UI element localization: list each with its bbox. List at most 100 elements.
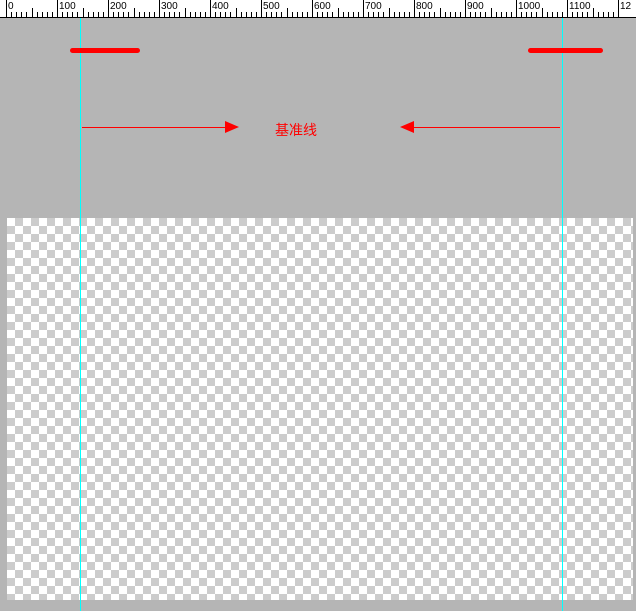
ruler-minor-tick xyxy=(394,12,395,18)
ruler-major-tick xyxy=(261,0,262,18)
ruler-minor-tick xyxy=(52,12,53,18)
ruler-minor-tick xyxy=(440,8,441,18)
ruler-label: 600 xyxy=(314,1,331,12)
ruler-minor-tick xyxy=(389,8,390,18)
ruler-minor-tick xyxy=(200,12,201,18)
ruler-minor-tick xyxy=(378,12,379,18)
ruler-minor-tick xyxy=(93,12,94,18)
ruler-minor-tick xyxy=(460,12,461,18)
ruler-minor-tick xyxy=(485,12,486,18)
ruler-minor-tick xyxy=(179,12,180,18)
ruler-minor-tick xyxy=(128,12,129,18)
ruler-minor-tick xyxy=(491,8,492,18)
ruler-minor-tick xyxy=(603,12,604,18)
ruler-minor-tick xyxy=(322,12,323,18)
guide-line-right[interactable] xyxy=(562,18,563,611)
ruler-minor-tick xyxy=(399,12,400,18)
ruler-minor-tick xyxy=(185,8,186,18)
ruler-minor-tick xyxy=(496,12,497,18)
ruler-minor-tick xyxy=(383,12,384,18)
arrow-right-icon xyxy=(225,121,239,133)
guide-line-left[interactable] xyxy=(80,18,81,611)
ruler-minor-tick xyxy=(547,12,548,18)
ruler-minor-tick xyxy=(526,12,527,18)
ruler-minor-tick xyxy=(37,12,38,18)
ruler-minor-tick xyxy=(164,12,165,18)
red-mark-right xyxy=(528,48,603,53)
ruler-minor-tick xyxy=(215,12,216,18)
ruler-minor-tick xyxy=(21,12,22,18)
ruler-label: 900 xyxy=(467,1,484,12)
ruler-minor-tick xyxy=(327,12,328,18)
ruler-minor-tick xyxy=(144,12,145,18)
ruler-minor-tick xyxy=(266,12,267,18)
ruler-minor-tick xyxy=(598,12,599,18)
ruler-minor-tick xyxy=(88,12,89,18)
ruler-minor-tick xyxy=(62,12,63,18)
ruler-label: 12 xyxy=(620,1,631,12)
ruler-minor-tick xyxy=(225,12,226,18)
horizontal-ruler[interactable]: 01002003004005006007008009001000110012 xyxy=(0,0,636,18)
ruler-minor-tick xyxy=(190,12,191,18)
ruler-minor-tick xyxy=(67,12,68,18)
ruler-minor-tick xyxy=(587,12,588,18)
ruler-minor-tick xyxy=(475,12,476,18)
ruler-minor-tick xyxy=(220,12,221,18)
ruler-minor-tick xyxy=(16,12,17,18)
ruler-minor-tick xyxy=(501,12,502,18)
ruler-minor-tick xyxy=(251,12,252,18)
arrow-left-icon xyxy=(400,121,414,133)
ruler-minor-tick xyxy=(281,12,282,18)
ruler-major-tick xyxy=(6,0,7,18)
ruler-label: 200 xyxy=(110,1,127,12)
ruler-minor-tick xyxy=(230,12,231,18)
ruler-label: 1000 xyxy=(518,1,540,12)
ruler-minor-tick xyxy=(511,12,512,18)
ruler-major-tick xyxy=(108,0,109,18)
ruler-minor-tick xyxy=(307,12,308,18)
red-mark-left xyxy=(70,48,140,53)
ruler-minor-tick xyxy=(557,12,558,18)
ruler-minor-tick xyxy=(77,12,78,18)
ruler-minor-tick xyxy=(434,12,435,18)
ruler-minor-tick xyxy=(47,12,48,18)
ruler-minor-tick xyxy=(154,12,155,18)
ruler-minor-tick xyxy=(149,12,150,18)
ruler-minor-tick xyxy=(450,12,451,18)
ruler-minor-tick xyxy=(123,12,124,18)
canvas-workspace[interactable]: 基准线 xyxy=(0,18,636,593)
ruler-label: 1100 xyxy=(569,1,591,12)
ruler-minor-tick xyxy=(572,12,573,18)
ruler-minor-tick xyxy=(236,8,237,18)
ruler-minor-tick xyxy=(302,12,303,18)
ruler-minor-tick xyxy=(552,12,553,18)
ruler-minor-tick xyxy=(42,12,43,18)
ruler-minor-tick xyxy=(11,12,12,18)
ruler-minor-tick xyxy=(562,12,563,18)
ruler-minor-tick xyxy=(118,12,119,18)
ruler-minor-tick xyxy=(83,8,84,18)
ruler-label: 300 xyxy=(161,1,178,12)
ruler-minor-tick xyxy=(287,8,288,18)
ruler-minor-tick xyxy=(317,12,318,18)
ruler-minor-tick xyxy=(113,12,114,18)
ruler-label: 500 xyxy=(263,1,280,12)
ruler-minor-tick xyxy=(409,12,410,18)
ruler-minor-tick xyxy=(297,12,298,18)
ruler-minor-tick xyxy=(332,12,333,18)
ruler-minor-tick xyxy=(338,8,339,18)
ruler-major-tick xyxy=(465,0,466,18)
ruler-minor-tick xyxy=(32,8,33,18)
ruler-major-tick xyxy=(57,0,58,18)
ruler-label: 0 xyxy=(8,1,14,12)
transparent-canvas-layer xyxy=(7,218,633,600)
ruler-minor-tick xyxy=(531,12,532,18)
ruler-minor-tick xyxy=(470,12,471,18)
ruler-minor-tick xyxy=(26,12,27,18)
ruler-minor-tick xyxy=(506,12,507,18)
ruler-label: 800 xyxy=(416,1,433,12)
ruler-minor-tick xyxy=(98,12,99,18)
ruler-minor-tick xyxy=(577,12,578,18)
ruler-minor-tick xyxy=(353,12,354,18)
ruler-minor-tick xyxy=(246,12,247,18)
